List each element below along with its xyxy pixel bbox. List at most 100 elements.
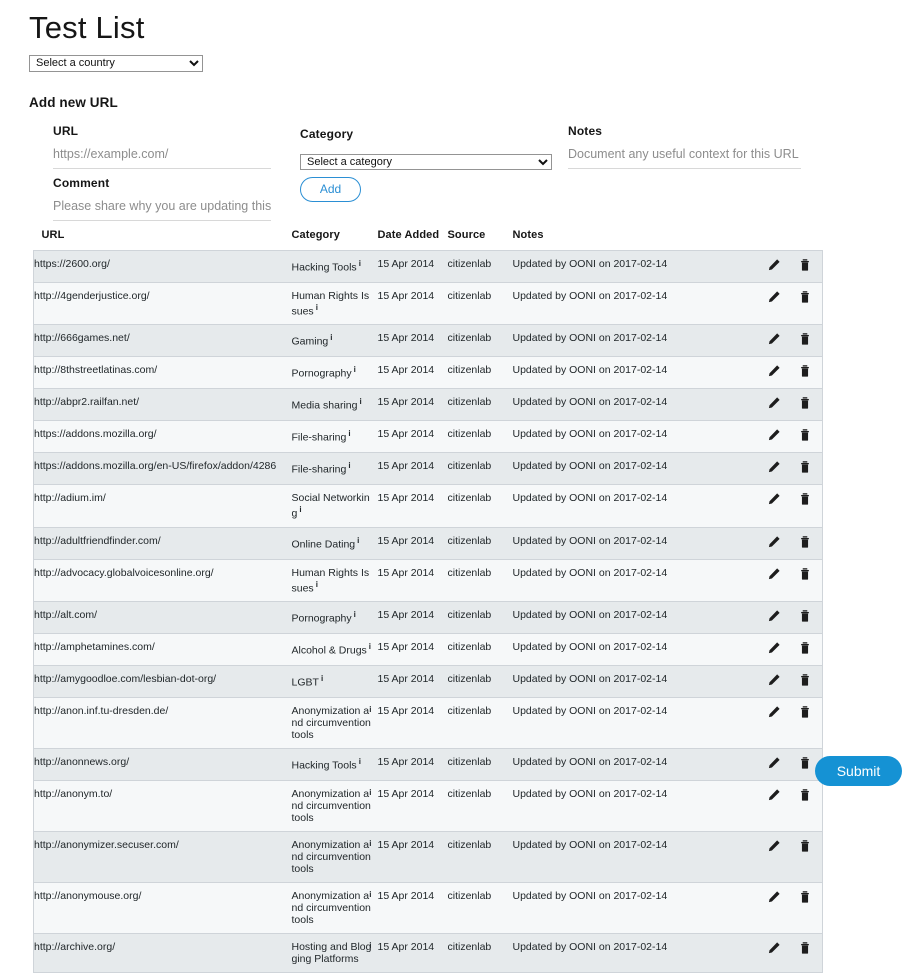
category-info-icon[interactable]: i	[330, 333, 332, 342]
category-info-icon[interactable]: i	[369, 889, 371, 901]
cell-category: Alcohol & Drugsi	[292, 634, 378, 666]
category-info-icon[interactable]: i	[369, 642, 371, 651]
pencil-icon[interactable]	[767, 941, 781, 955]
pencil-icon[interactable]	[767, 705, 781, 719]
trash-icon[interactable]	[798, 290, 812, 304]
category-info-icon[interactable]: i	[316, 303, 318, 312]
pencil-icon[interactable]	[767, 535, 781, 549]
trash-icon[interactable]	[798, 332, 812, 346]
cell-edit	[761, 634, 792, 666]
page-title: Test List	[0, 0, 916, 47]
cell-source: citizenlab	[448, 325, 513, 357]
cell-delete	[792, 250, 823, 282]
category-info-icon[interactable]: i	[359, 259, 361, 268]
category-info-icon[interactable]: i	[354, 365, 356, 374]
cell-source: citizenlab	[448, 453, 513, 485]
cell-source: citizenlab	[448, 250, 513, 282]
trash-icon[interactable]	[798, 756, 812, 770]
table-row: http://alt.com/Pornographyi15 Apr 2014ci…	[34, 602, 823, 634]
comment-input[interactable]	[53, 199, 271, 221]
category-info-icon[interactable]: i	[369, 787, 371, 799]
category-info-icon[interactable]: i	[369, 940, 371, 952]
trash-icon[interactable]	[798, 890, 812, 904]
table-row: http://amygoodloe.com/lesbian-dot-org/LG…	[34, 666, 823, 698]
comment-field-group: Comment	[53, 176, 271, 221]
table-row: http://abpr2.railfan.net/Media sharingi1…	[34, 389, 823, 421]
trash-icon[interactable]	[798, 641, 812, 655]
category-info-icon[interactable]: i	[348, 429, 350, 438]
pencil-icon[interactable]	[767, 839, 781, 853]
pencil-icon[interactable]	[767, 332, 781, 346]
cell-category: Anonymization and circumvention toolsi	[292, 698, 378, 749]
cell-delete	[792, 357, 823, 389]
cell-category: Pornographyi	[292, 602, 378, 634]
table-row: http://anonymouse.org/Anonymization and …	[34, 883, 823, 934]
add-new-url-heading: Add new URL	[0, 72, 916, 110]
column-header-date-added: Date Added	[378, 229, 448, 251]
cell-url: http://amphetamines.com/	[34, 634, 292, 666]
cell-edit	[761, 602, 792, 634]
category-info-icon[interactable]: i	[354, 610, 356, 619]
cell-category-text: Anonymization and circumvention tools	[292, 705, 371, 741]
pencil-icon[interactable]	[767, 258, 781, 272]
trash-icon[interactable]	[798, 258, 812, 272]
pencil-icon[interactable]	[767, 460, 781, 474]
trash-icon[interactable]	[798, 492, 812, 506]
cell-edit	[761, 666, 792, 698]
notes-input[interactable]	[568, 147, 801, 169]
pencil-icon[interactable]	[767, 567, 781, 581]
table-row: https://2600.org/Hacking Toolsi15 Apr 20…	[34, 250, 823, 282]
cell-edit	[761, 934, 792, 973]
trash-icon[interactable]	[798, 396, 812, 410]
pencil-icon[interactable]	[767, 396, 781, 410]
cell-notes: Updated by OONI on 2017-02-14	[513, 250, 761, 282]
trash-icon[interactable]	[798, 364, 812, 378]
cell-edit	[761, 250, 792, 282]
table-row: http://archive.org/Hosting and Blogging …	[34, 934, 823, 973]
cell-url: http://archive.org/	[34, 934, 292, 973]
pencil-icon[interactable]	[767, 673, 781, 687]
category-info-icon[interactable]: i	[359, 757, 361, 766]
trash-icon[interactable]	[798, 460, 812, 474]
submit-button[interactable]: Submit	[815, 756, 902, 786]
cell-delete	[792, 389, 823, 421]
pencil-icon[interactable]	[767, 428, 781, 442]
trash-icon[interactable]	[798, 428, 812, 442]
pencil-icon[interactable]	[767, 364, 781, 378]
pencil-icon[interactable]	[767, 890, 781, 904]
pencil-icon[interactable]	[767, 290, 781, 304]
category-info-icon[interactable]: i	[357, 536, 359, 545]
trash-icon[interactable]	[798, 567, 812, 581]
category-info-icon[interactable]: i	[359, 397, 361, 406]
trash-icon[interactable]	[798, 705, 812, 719]
pencil-icon[interactable]	[767, 492, 781, 506]
cell-url: http://adultfriendfinder.com/	[34, 527, 292, 559]
category-info-icon[interactable]: i	[299, 505, 301, 514]
trash-icon[interactable]	[798, 609, 812, 623]
column-header-source: Source	[448, 229, 513, 251]
pencil-icon[interactable]	[767, 756, 781, 770]
cell-edit	[761, 357, 792, 389]
category-info-icon[interactable]: i	[316, 580, 318, 589]
category-info-icon[interactable]: i	[369, 704, 371, 716]
pencil-icon[interactable]	[767, 609, 781, 623]
trash-icon[interactable]	[798, 839, 812, 853]
add-button[interactable]: Add	[300, 177, 361, 202]
cell-date-added: 15 Apr 2014	[378, 357, 448, 389]
trash-icon[interactable]	[798, 941, 812, 955]
table-row: https://addons.mozilla.org/en-US/firefox…	[34, 453, 823, 485]
category-select[interactable]: Select a category	[300, 154, 552, 170]
url-input[interactable]	[53, 147, 271, 169]
cell-category: Online Datingi	[292, 527, 378, 559]
cell-delete	[792, 325, 823, 357]
url-label: URL	[53, 124, 271, 138]
country-select[interactable]: Select a country	[29, 55, 203, 72]
cell-notes: Updated by OONI on 2017-02-14	[513, 749, 761, 781]
category-info-icon[interactable]: i	[348, 461, 350, 470]
trash-icon[interactable]	[798, 673, 812, 687]
pencil-icon[interactable]	[767, 641, 781, 655]
category-info-icon[interactable]: i	[321, 674, 323, 683]
category-info-icon[interactable]: i	[369, 838, 371, 850]
trash-icon[interactable]	[798, 535, 812, 549]
cell-category: Pornographyi	[292, 357, 378, 389]
